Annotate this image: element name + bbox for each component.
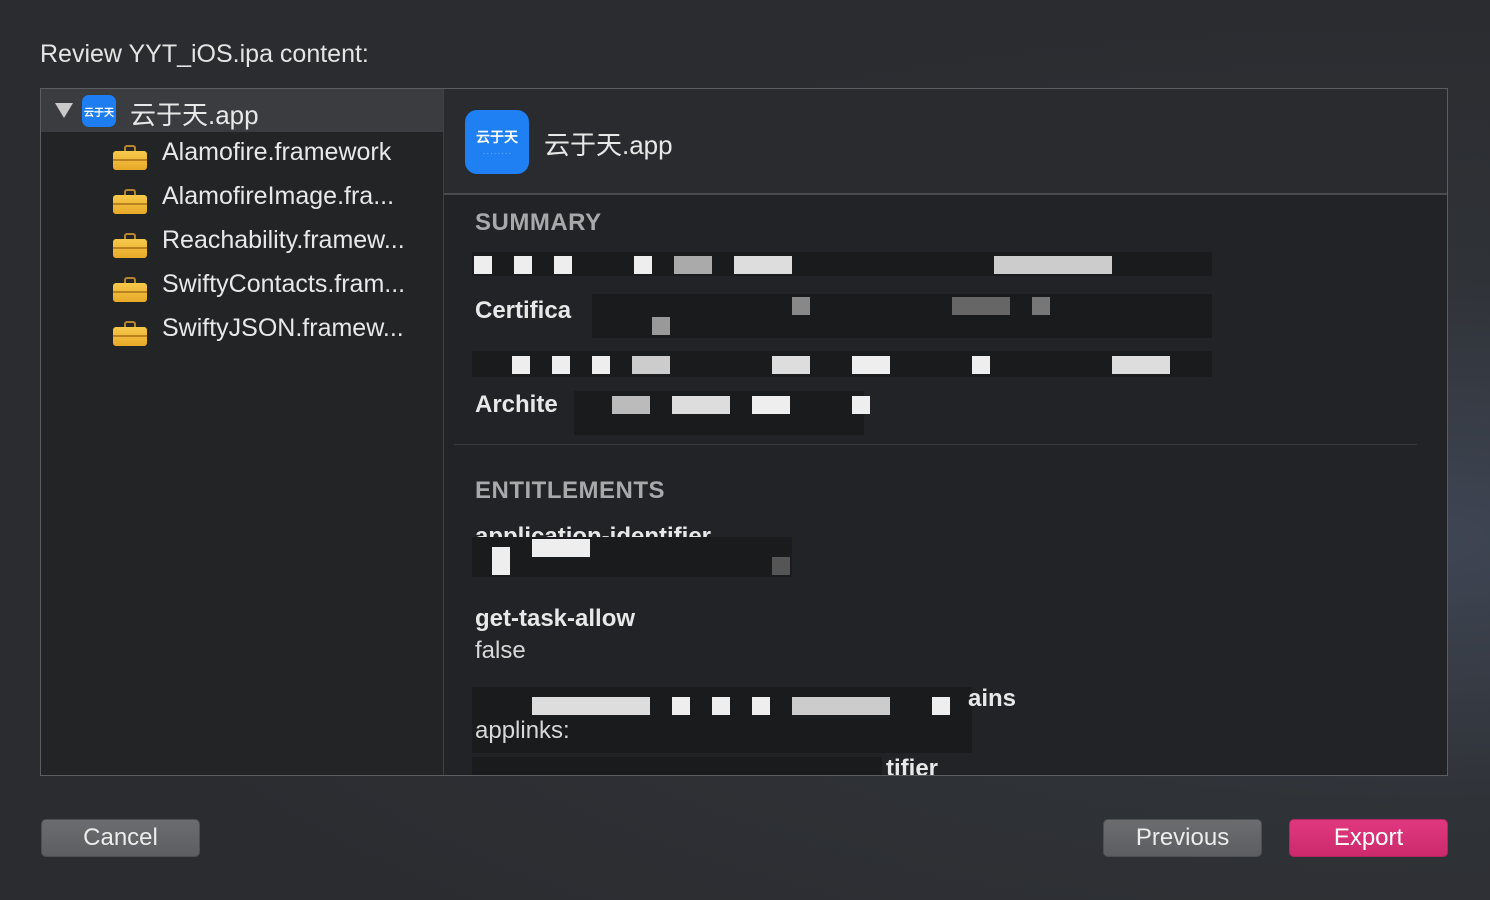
tree-item-label: Alamofire.framework: [162, 138, 392, 166]
redaction-block: [1032, 297, 1050, 315]
disclosure-triangle-icon[interactable]: [55, 103, 73, 118]
tree-item-alamofireimage[interactable]: AlamofireImage.fra...: [41, 176, 443, 220]
briefcase-icon: [113, 277, 147, 302]
detail-title: 云于天.app: [544, 130, 673, 160]
tree-item-reachability[interactable]: Reachability.framew...: [41, 220, 443, 264]
redaction-block: [792, 297, 810, 315]
redaction-block: [932, 697, 950, 715]
redaction-block: [672, 396, 730, 414]
get-task-allow-label: get-task-allow: [475, 605, 636, 632]
briefcase-icon: [113, 145, 147, 170]
redaction-block: [672, 697, 690, 715]
tree-item-swiftyjson[interactable]: SwiftyJSON.framew...: [41, 308, 443, 352]
architectures-label: Archite: [475, 391, 558, 418]
briefcase-icon: [113, 233, 147, 258]
tree-item-label: SwiftyJSON.framew...: [162, 314, 404, 342]
redaction-block: [514, 256, 532, 274]
redaction-block: [712, 697, 730, 715]
app-icon-large: 云于天 · · · · · · · ·: [465, 110, 529, 174]
content-panel: 云于天 云于天.app Alamofire.framework Alamofir…: [40, 88, 1448, 776]
tree-root-label: 云于天.app: [130, 100, 259, 130]
tree-item-swiftycontacts[interactable]: SwiftyContacts.fram...: [41, 264, 443, 308]
redaction-block: [552, 356, 570, 374]
redaction-block: [1112, 356, 1170, 374]
dialog-title: Review YYT_iOS.ipa content:: [40, 40, 369, 68]
redacted-applinks: [584, 717, 704, 747]
redaction-block: [752, 697, 770, 715]
entitlements-heading: ENTITLEMENTS: [475, 477, 665, 504]
redaction-block: [492, 547, 510, 575]
tree-item-label: AlamofireImage.fra...: [162, 182, 395, 210]
summary-heading: SUMMARY: [475, 209, 602, 236]
tree-root-app[interactable]: 云于天 云于天.app: [41, 89, 443, 132]
redaction-block: [852, 356, 890, 374]
redaction-block: [474, 256, 492, 274]
redacted-certificate: [592, 294, 1212, 338]
redaction-block: [752, 396, 790, 414]
team-identifier-label: tifier: [886, 755, 939, 775]
certificate-label: Certifica: [475, 297, 572, 324]
redaction-block: [612, 396, 650, 414]
redaction-block: [652, 317, 670, 335]
previous-button[interactable]: Previous: [1103, 819, 1262, 857]
redaction-block: [972, 356, 990, 374]
redaction-block: [634, 256, 652, 274]
redaction-block: [772, 356, 810, 374]
tree-item-label: SwiftyContacts.fram...: [162, 270, 406, 298]
redacted-summary-line: [472, 351, 1212, 377]
redaction-block: [532, 539, 590, 557]
redaction-block: [554, 256, 572, 274]
export-button[interactable]: Export: [1289, 819, 1448, 857]
cancel-button[interactable]: Cancel: [41, 819, 200, 857]
tree-item-alamofire[interactable]: Alamofire.framework: [41, 132, 443, 176]
tree-item-label: Reachability.framew...: [162, 226, 405, 254]
redaction-block: [994, 256, 1112, 274]
redaction-block: [532, 697, 650, 715]
briefcase-icon: [113, 321, 147, 346]
app-icon: 云于天: [82, 95, 116, 127]
redaction-block: [792, 697, 890, 715]
section-divider: [454, 444, 1417, 445]
redaction-block: [512, 356, 530, 374]
redacted-team-identifier: [472, 757, 882, 775]
applinks-value: applinks:: [475, 717, 570, 744]
detail-header: 云于天 · · · · · · · · 云于天.app: [444, 89, 1447, 195]
briefcase-icon: [113, 189, 147, 214]
redacted-app-identifier: [472, 537, 792, 577]
associated-domains-label: ains: [968, 685, 1017, 712]
get-task-allow-value: false: [475, 637, 526, 664]
redaction-block: [674, 256, 712, 274]
redaction-block: [952, 297, 1010, 315]
redaction-block: [734, 256, 792, 274]
redaction-block: [592, 356, 610, 374]
detail-pane[interactable]: 云于天 · · · · · · · · 云于天.app SUMMARY Cert…: [444, 89, 1447, 775]
bundle-tree[interactable]: 云于天 云于天.app Alamofire.framework Alamofir…: [41, 89, 445, 775]
redaction-block: [772, 557, 790, 575]
redaction-block: [852, 396, 870, 414]
redaction-block: [632, 356, 670, 374]
